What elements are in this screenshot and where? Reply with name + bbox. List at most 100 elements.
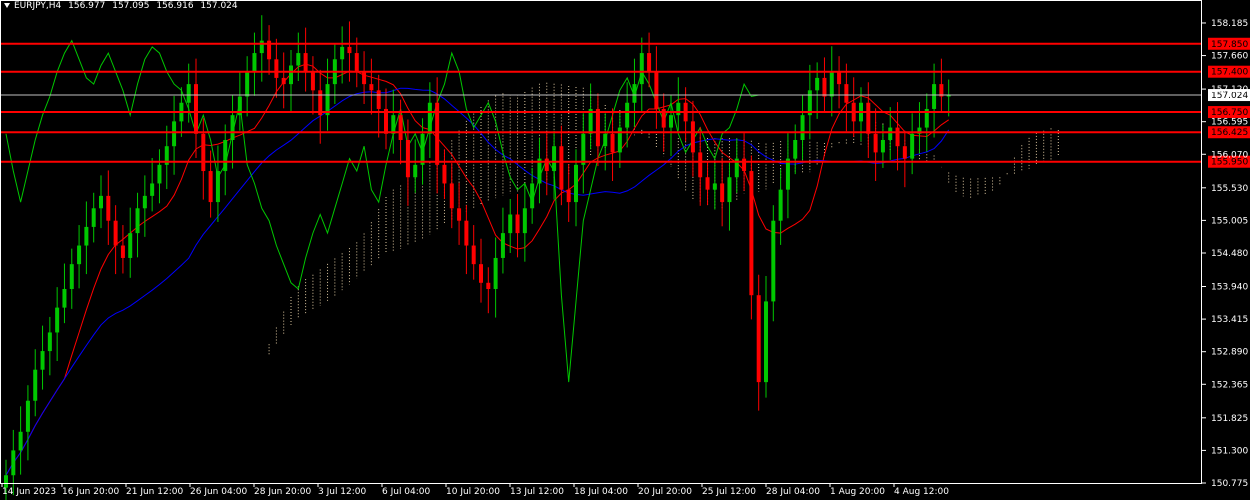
level-label: 156.425 (1211, 128, 1248, 138)
axes: 158.185 157.660 157.120 156.595 156.070 155.5… (0, 0, 1248, 497)
candle-body (625, 102, 630, 128)
candle-body (142, 195, 147, 209)
candle-body (815, 77, 820, 91)
y-tick-label: 151.300 (1211, 446, 1248, 456)
candle-body (420, 133, 425, 165)
candle-body (150, 183, 155, 196)
x-tick-label: 28 Jun 20:00 (254, 487, 311, 497)
candle-body (530, 183, 535, 209)
candle-body (230, 115, 235, 140)
y-tick-label: 151.825 (1211, 414, 1248, 424)
candle-body (245, 71, 250, 97)
y-tick-label: 156.070 (1211, 150, 1248, 160)
y-tick-label: 157.120 (1211, 85, 1248, 95)
x-tick-label: 3 Jul 12:00 (318, 487, 367, 497)
candle-body (157, 164, 162, 184)
candle-body (837, 71, 842, 85)
candle-body (778, 189, 783, 221)
candle-body (895, 127, 900, 147)
candle-body (259, 40, 264, 54)
candle-body (522, 208, 527, 234)
x-tick-label: 21 Jun 12:00 (126, 487, 183, 497)
candle-body (639, 53, 644, 85)
candle-body (844, 84, 849, 103)
candle-body (18, 431, 23, 451)
candle-body (727, 177, 732, 203)
x-tick-label: 25 Jul 12:00 (702, 487, 756, 497)
level-label: 157.850 (1211, 40, 1248, 50)
candle-body (932, 84, 937, 109)
candle-body (347, 46, 352, 54)
candle-body (208, 171, 213, 203)
y-tick-label: 150.775 (1211, 479, 1248, 489)
candle-body (486, 282, 491, 289)
candle-body (785, 158, 790, 190)
x-tick-label: 28 Jul 04:00 (766, 487, 820, 497)
price-chart[interactable]: 157.850157.400156.750156.425155.950157.0… (0, 0, 1250, 500)
candle-body (449, 183, 454, 209)
level-label: 156.750 (1211, 108, 1248, 118)
candles (4, 15, 951, 500)
candle-body (698, 152, 703, 178)
candle-body (135, 208, 140, 234)
candle-body (544, 158, 549, 172)
candle-body (340, 46, 345, 60)
candle-body (296, 53, 301, 66)
y-tick-label: 157.660 (1211, 52, 1248, 62)
candle-body (464, 220, 469, 246)
candle-body (62, 288, 67, 308)
candle-body (559, 146, 564, 190)
candle-body (471, 245, 476, 265)
candle-body (581, 133, 586, 165)
candle-body (223, 139, 228, 172)
candle-body (398, 115, 403, 140)
candle-body (902, 146, 907, 159)
y-tick-label: 158.185 (1211, 19, 1248, 29)
candle-body (413, 164, 418, 178)
candle-body (405, 139, 410, 178)
candle-body (47, 332, 52, 352)
candle-body (771, 220, 776, 302)
candle-body (11, 450, 16, 476)
candle-body (595, 108, 600, 147)
candle-body (128, 233, 133, 258)
candle-body (515, 214, 520, 234)
candle-body (354, 53, 359, 72)
candle-body (552, 146, 557, 172)
candle-body (676, 102, 681, 116)
candle-body (281, 77, 286, 85)
candle-body (793, 139, 798, 159)
candle-body (325, 84, 330, 116)
candle-body (647, 53, 652, 72)
candle-body (910, 133, 915, 159)
x-tick-label: 1 Aug 20:00 (830, 487, 885, 497)
candle-body (574, 164, 578, 203)
candle-body (756, 295, 761, 383)
candle-body (610, 133, 615, 153)
y-tick-label: 154.480 (1211, 249, 1248, 259)
candle-body (106, 195, 111, 221)
y-tick-label: 153.940 (1211, 283, 1248, 293)
candle-body (764, 301, 768, 383)
candle-body (120, 245, 125, 258)
candle-body (362, 71, 367, 85)
candle-body (603, 133, 608, 147)
x-tick-label: 14 Jun 2023 (2, 487, 56, 497)
candle-body (742, 158, 747, 172)
candle-body (303, 53, 308, 72)
candle-body (4, 475, 8, 488)
candle-body (186, 84, 191, 103)
candle-body (800, 115, 805, 140)
candle-body (829, 71, 834, 97)
candle-body (194, 84, 198, 134)
x-tick-label: 6 Jul 04:00 (382, 487, 431, 497)
candle-body (33, 369, 38, 401)
chikou-line (5, 39, 759, 383)
candle-body (40, 351, 45, 370)
candle-body (705, 177, 710, 190)
y-tick-label: 155.530 (1211, 184, 1248, 194)
candle-body (669, 115, 673, 128)
candle-body (479, 264, 483, 283)
level-label: 157.400 (1211, 68, 1248, 78)
candle-body (880, 139, 885, 153)
